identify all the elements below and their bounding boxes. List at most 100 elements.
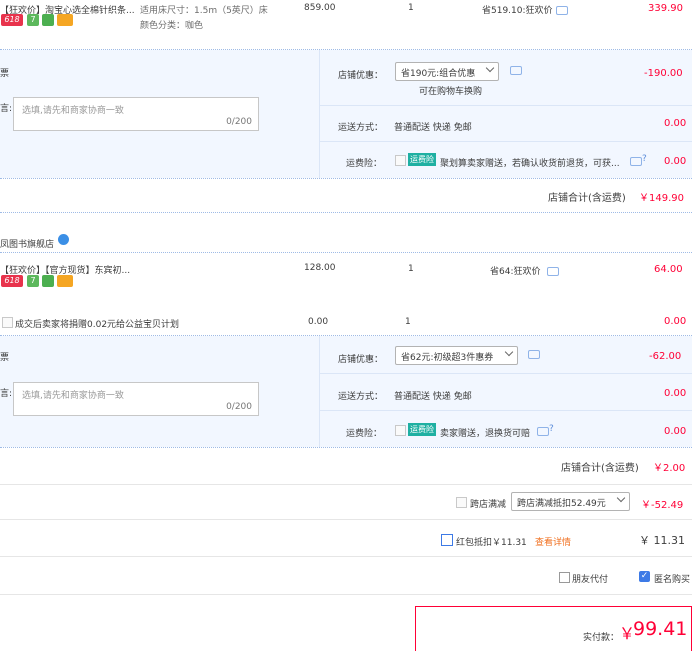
chat-icon[interactable] [528, 350, 540, 359]
sku-color: 颜色分类：咖色 [140, 21, 204, 31]
help-icon[interactable]: ? [642, 154, 647, 164]
message-counter: 0/200 [226, 402, 252, 412]
card-pay-icon [57, 275, 73, 287]
shipping-amount: 0.00 [664, 388, 687, 399]
insurance-checkbox[interactable] [395, 425, 406, 436]
divider [0, 519, 692, 520]
saving-text: 省519.10:狂欢价 [482, 6, 553, 16]
message-label: 言: [0, 104, 13, 114]
shipping-label: 运送方式： [338, 123, 384, 133]
anonymous-checkbox[interactable]: ✓ [639, 571, 650, 582]
quantity: 1 [408, 264, 414, 274]
618-badge-icon: 618 [1, 14, 23, 26]
divider [0, 49, 692, 50]
shop-total-value: ￥2.00 [653, 463, 686, 474]
red-packet-amount: ￥ 11.31 [639, 534, 685, 547]
shop-discount-select[interactable]: 省190元:组合优惠 [395, 62, 499, 81]
chevron-down-icon [504, 347, 514, 357]
shop-discount-select[interactable]: 省62元:初级超3件惠券 [395, 346, 518, 365]
618-badge-icon: 618 [1, 275, 23, 287]
shipping-value: 普通配送 快递 免邮 [394, 392, 472, 402]
shop-discount-value: 省190元:组合优惠 [401, 69, 476, 79]
chat-icon[interactable] [510, 66, 522, 75]
guarantee-icon [42, 14, 54, 26]
divider [319, 50, 320, 178]
message-label: 言: [0, 389, 13, 399]
divider [319, 105, 692, 106]
divider [319, 141, 692, 142]
shipping-amount: 0.00 [664, 118, 687, 129]
insurance-label: 运费险： [346, 429, 383, 439]
shop-discount-amount: -62.00 [649, 351, 682, 362]
divider [319, 410, 692, 411]
chat-icon[interactable] [630, 157, 642, 166]
guarantee-icon [42, 275, 54, 287]
divider [0, 447, 692, 448]
7day-return-icon: 7 [27, 14, 39, 26]
shop-discount-hint: 可在购物车换购 [419, 87, 483, 97]
saving-text: 省64:狂欢价 [490, 267, 541, 277]
shop-total-value: ￥149.90 [639, 193, 684, 204]
chat-icon[interactable] [547, 267, 559, 276]
chat-icon[interactable] [556, 6, 568, 15]
insurance-amount: 0.00 [664, 426, 687, 437]
card-pay-icon [57, 14, 73, 26]
pay-label: 实付款： [583, 633, 620, 643]
coupon-label: 票 [0, 69, 10, 79]
divider [0, 178, 692, 179]
red-packet-label: 红包抵扣￥11.31 [456, 538, 527, 548]
sku-size: 适用床尺寸：1.5m（5英尺）床 [140, 6, 268, 16]
item-subtotal: 339.90 [648, 3, 683, 14]
shipping-label: 运送方式： [338, 392, 384, 402]
divider [0, 335, 692, 336]
insurance-tag: 运费险 [408, 153, 436, 166]
chat-bubble-icon[interactable] [58, 234, 69, 245]
pay-summary-box: 实付款： ￥ 99.41 [415, 606, 692, 651]
charity-checkbox[interactable] [2, 317, 13, 328]
divider [0, 252, 692, 253]
cross-store-select[interactable]: 跨店满减抵扣52.49元 [511, 492, 630, 511]
divider [0, 556, 692, 557]
help-icon[interactable]: ? [549, 424, 554, 434]
insurance-text: 卖家赠送，退换货可赔 [440, 429, 531, 439]
shop-discount-amount: -190.00 [644, 68, 683, 79]
friend-pay-checkbox[interactable] [559, 572, 570, 583]
shop-discount-label: 店铺优惠： [338, 355, 384, 365]
insurance-checkbox[interactable] [395, 155, 406, 166]
shipping-value: 普通配送 快递 免邮 [394, 123, 472, 133]
coupon-label: 票 [0, 353, 10, 363]
message-placeholder: 选填,请先和商家协商一致 [22, 106, 124, 116]
shop-name-link[interactable]: 凤图书旗舰店 [0, 237, 54, 250]
charity-text: 成交后卖家将捐赠0.02元给公益宝贝计划 [15, 320, 180, 330]
insurance-text: 聚划算卖家赠送，若确认收货前退货，可获... [440, 159, 620, 169]
message-input[interactable]: 选填,请先和商家协商一致 0/200 [13, 382, 259, 416]
unit-price: 128.00 [304, 263, 336, 273]
message-placeholder: 选填,请先和商家协商一致 [22, 391, 124, 401]
divider [0, 212, 692, 213]
chevron-down-icon [485, 63, 495, 73]
divider [0, 594, 692, 595]
cross-store-amount: ￥-52.49 [641, 500, 684, 511]
item-subtotal: 64.00 [654, 264, 683, 275]
shop-discount-label: 店铺优惠： [338, 71, 384, 81]
cross-store-checkbox[interactable] [456, 497, 467, 508]
view-details-link[interactable]: 查看详情 [535, 535, 571, 548]
charity-price: 0.00 [308, 317, 329, 327]
pay-amount: 99.41 [633, 618, 688, 640]
divider [319, 336, 320, 447]
divider [319, 373, 692, 374]
insurance-tag: 运费险 [408, 423, 436, 436]
chevron-down-icon [616, 493, 626, 503]
message-input[interactable]: 选填,请先和商家协商一致 0/200 [13, 97, 259, 131]
quantity: 1 [408, 3, 414, 13]
cross-store-value: 跨店满减抵扣52.49元 [517, 499, 606, 509]
unit-price: 859.00 [304, 3, 336, 13]
friend-pay-label: 朋友代付 [572, 575, 609, 585]
shop-discount-value: 省62元:初级超3件惠券 [401, 353, 494, 363]
shop-total-label: 店铺合计(含运费) [548, 193, 626, 204]
message-counter: 0/200 [226, 117, 252, 127]
7day-return-icon: 7 [27, 275, 39, 287]
chat-icon[interactable] [537, 427, 549, 436]
charity-subtotal: 0.00 [664, 316, 687, 327]
red-packet-checkbox[interactable] [441, 534, 453, 546]
